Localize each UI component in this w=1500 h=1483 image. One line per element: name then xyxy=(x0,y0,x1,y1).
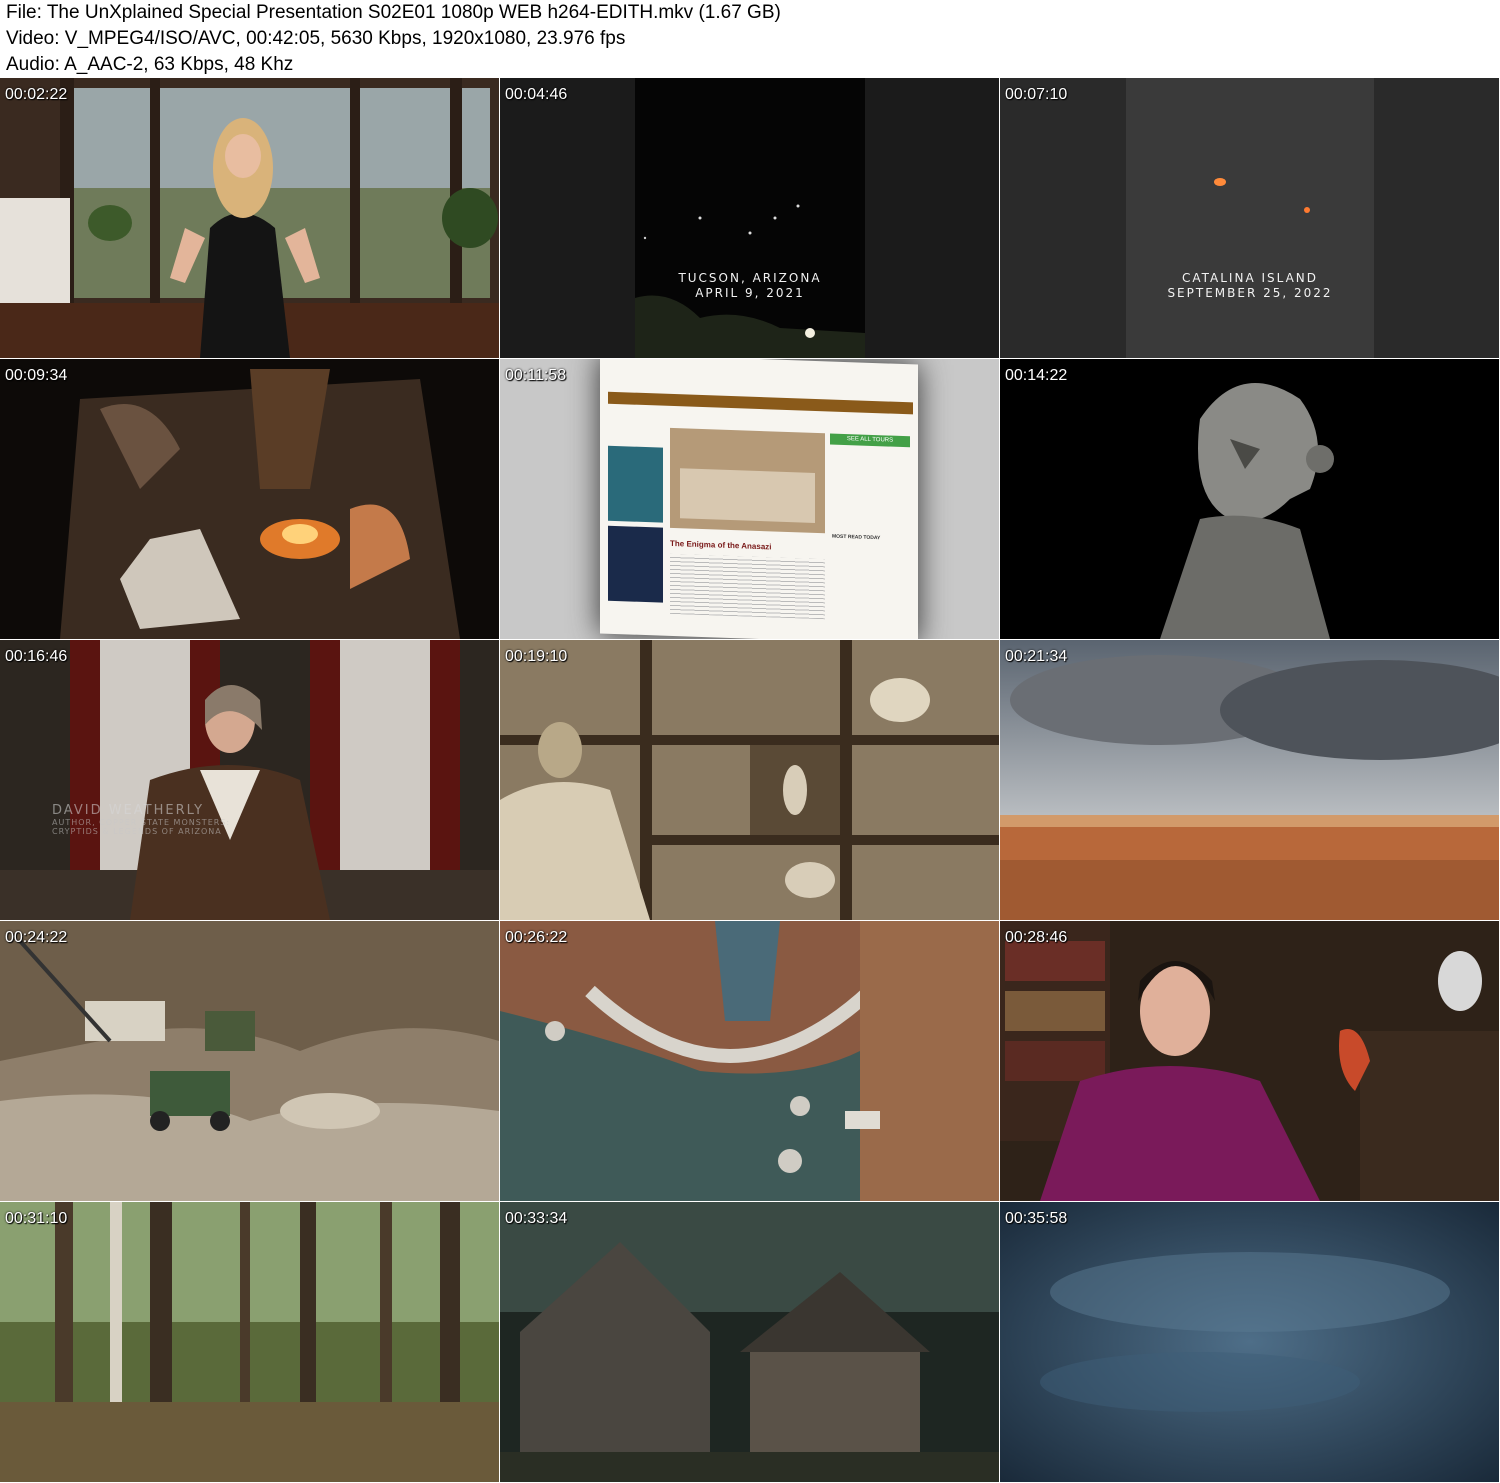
article-headline: The Enigma of the Anasazi xyxy=(670,538,772,552)
thumbnail-hoover-dam[interactable]: 00:26:22 xyxy=(500,921,999,1201)
mine-excavation-image xyxy=(0,921,499,1201)
stone-figurine-image xyxy=(1000,359,1499,639)
audio-info-line: Audio: A_AAC-2, 63 Kbps, 48 Khz xyxy=(6,54,294,75)
article-text xyxy=(670,553,825,620)
sepia-archive-image xyxy=(500,640,999,920)
location-caption: Catalina Island September 25, 2022 xyxy=(1126,271,1374,301)
night-sky-image xyxy=(500,78,999,358)
timestamp: 00:07:10 xyxy=(1005,86,1068,103)
timestamp: 00:35:58 xyxy=(1005,1210,1068,1227)
caption-date: April 9, 2021 xyxy=(695,286,805,300)
speaker-title-2: Cryptids & Legends of Arizona xyxy=(52,827,222,836)
thumbnail-catalina-lights[interactable]: Catalina Island September 25, 2022 00:07… xyxy=(1000,78,1499,358)
thumbnail-grid: 00:02:22 Tucson, Arizona April 9, 2021 0… xyxy=(0,78,1500,1483)
file-info-line: File: The UnXplained Special Presentatio… xyxy=(6,2,781,23)
thumbnail-forest[interactable]: 00:31:10 xyxy=(0,1202,499,1482)
timestamp: 00:14:22 xyxy=(1005,367,1068,384)
timestamp: 00:02:22 xyxy=(5,86,68,103)
book-ad xyxy=(608,445,663,523)
hazy-sky-image xyxy=(1000,78,1499,358)
timestamp: 00:19:10 xyxy=(505,648,568,665)
most-read-title: MOST READ TODAY xyxy=(832,533,881,542)
thumbnail-website-anasazi[interactable]: SEE ALL TOURS The Enigma of the Anasazi … xyxy=(500,359,999,639)
timestamp: 00:26:22 xyxy=(505,929,568,946)
desert-landscape-image xyxy=(1000,640,1499,920)
stormy-sky-image xyxy=(1000,1202,1499,1482)
thumbnail-interview-man[interactable]: David Weatherly Author, Copper State Mon… xyxy=(0,640,499,920)
thumbnail-desert-landscape[interactable]: 00:21:34 xyxy=(1000,640,1499,920)
lower-third: David Weatherly Author, Copper State Mon… xyxy=(52,803,230,836)
thumbnail-mine-excavation[interactable]: 00:24:22 xyxy=(0,921,499,1201)
thumbnail-archive-photo[interactable]: 00:19:10 xyxy=(500,640,999,920)
info-header: File: The UnXplained Special Presentatio… xyxy=(0,0,1500,78)
timestamp: 00:11:58 xyxy=(505,367,567,384)
thumbnail-cabins[interactable]: 00:33:34 xyxy=(500,1202,999,1482)
interview-woman-image xyxy=(0,78,499,358)
timestamp: 00:09:34 xyxy=(5,367,68,384)
timestamp: 00:24:22 xyxy=(5,929,68,946)
timestamp: 00:31:10 xyxy=(5,1210,68,1227)
interview-woman-2-image xyxy=(1000,921,1499,1201)
book-ad-2 xyxy=(608,525,663,603)
caption-date: September 25, 2022 xyxy=(1167,286,1333,300)
old-cabins-image xyxy=(500,1202,999,1482)
timestamp: 00:21:34 xyxy=(1005,648,1068,665)
thumbnail-kiva-reenactment[interactable]: 00:09:34 xyxy=(0,359,499,639)
location-caption: Tucson, Arizona April 9, 2021 xyxy=(635,271,865,301)
caption-location: Tucson, Arizona xyxy=(678,271,822,285)
caption-location: Catalina Island xyxy=(1181,271,1319,285)
thumbnail-figurine[interactable]: 00:14:22 xyxy=(1000,359,1499,639)
timestamp: 00:04:46 xyxy=(505,86,568,103)
cliff-dwelling-photo xyxy=(670,427,825,534)
speaker-title: Author, Copper State Monsters: xyxy=(52,818,231,827)
website-page: SEE ALL TOURS The Enigma of the Anasazi … xyxy=(600,359,918,639)
thumbnail-interview-woman[interactable]: 00:02:22 xyxy=(0,78,499,358)
website-nav-bar xyxy=(608,391,913,415)
kiva-interior-image xyxy=(0,359,499,639)
thumbnail-interview-woman-2[interactable]: 00:28:46 xyxy=(1000,921,1499,1201)
thumbnail-tucson-lights[interactable]: Tucson, Arizona April 9, 2021 00:04:46 xyxy=(500,78,999,358)
dam-aerial-image xyxy=(500,921,999,1201)
timestamp: 00:28:46 xyxy=(1005,929,1068,946)
forest-image xyxy=(0,1202,499,1482)
timestamp: 00:33:34 xyxy=(505,1210,568,1227)
timestamp: 00:16:46 xyxy=(5,648,68,665)
interview-man-image xyxy=(0,640,499,920)
speaker-name: David Weatherly xyxy=(52,803,205,818)
video-info-line: Video: V_MPEG4/ISO/AVC, 00:42:05, 5630 K… xyxy=(6,28,626,49)
see-all-tours-button[interactable]: SEE ALL TOURS xyxy=(830,433,910,448)
thumbnail-stormy-sky[interactable]: 00:35:58 xyxy=(1000,1202,1499,1482)
